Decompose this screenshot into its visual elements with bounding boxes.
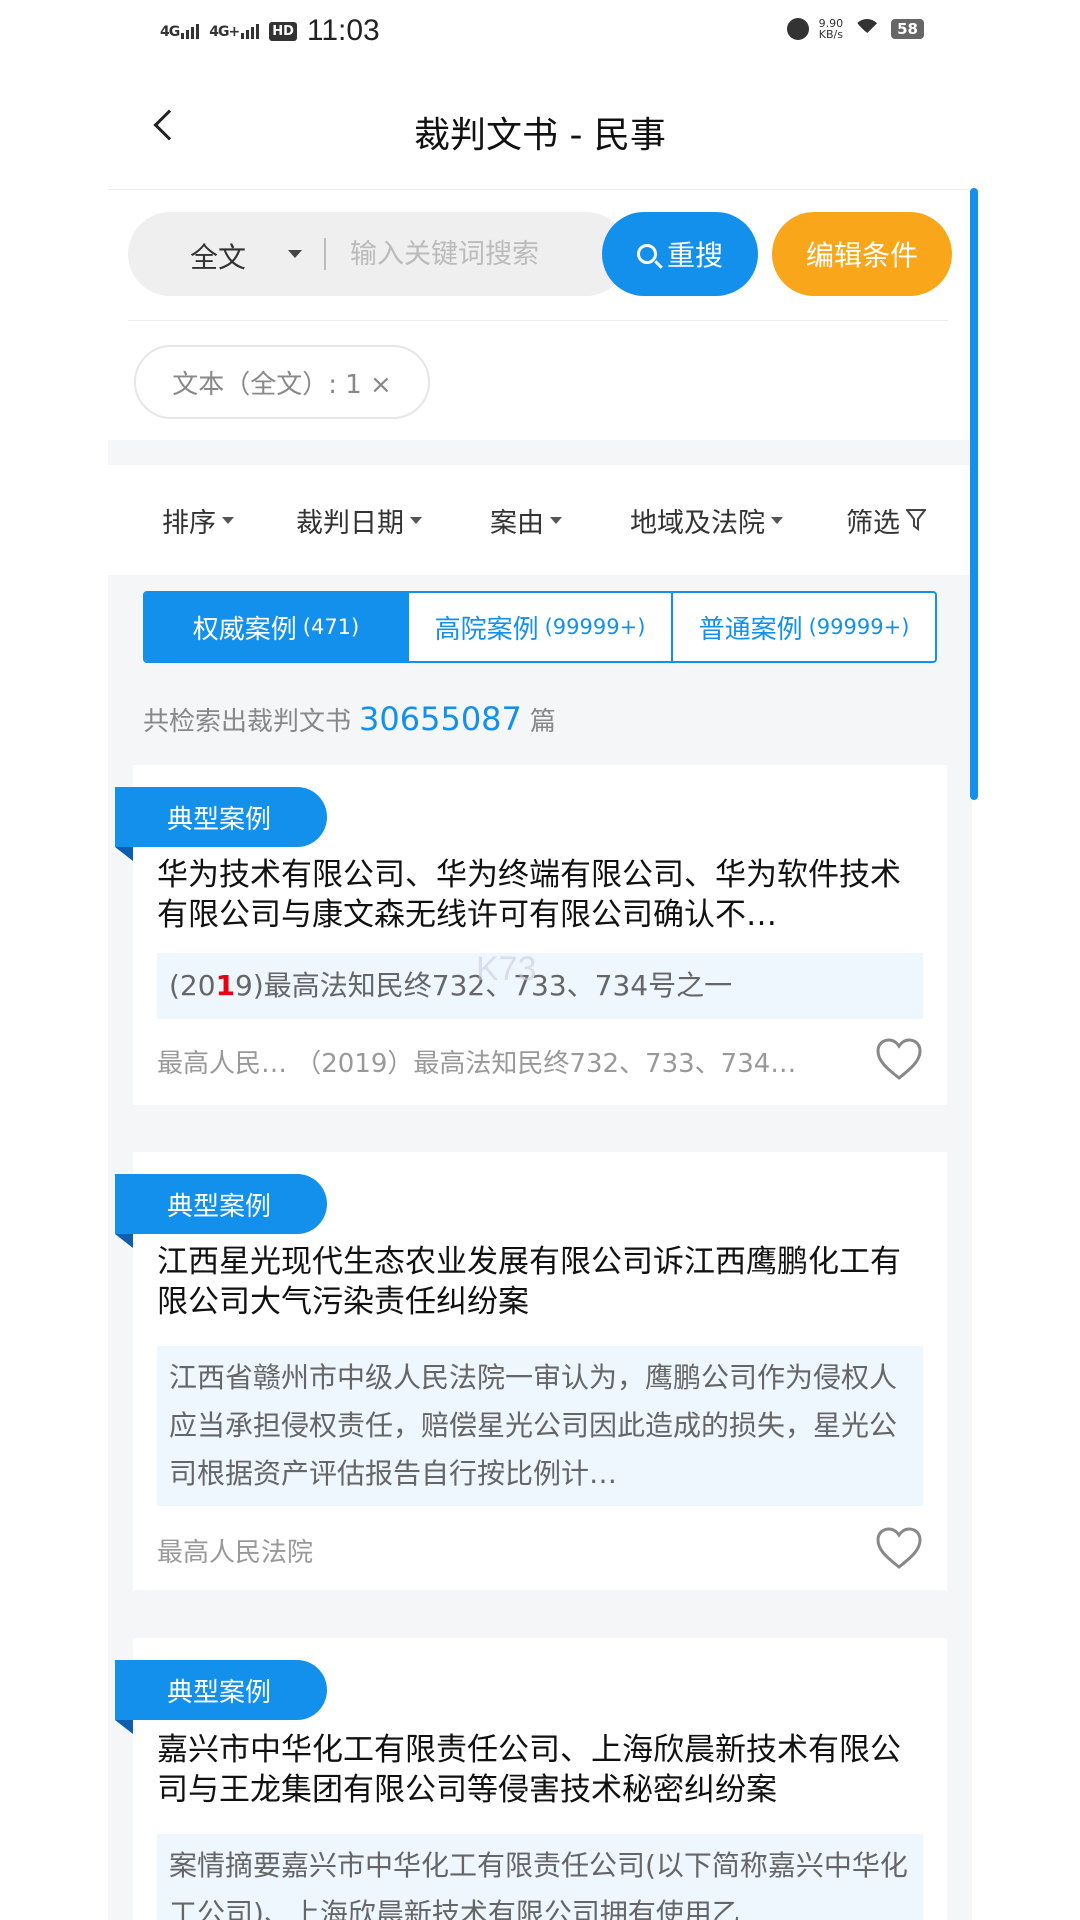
result-count-suffix: 篇	[529, 707, 556, 737]
case-card[interactable]: 典型案例 嘉兴市中华化工有限责任公司、上海欣晨新技术有限公司与王龙集团有限公司等…	[115, 1638, 947, 1920]
region-label: 地域及法院	[630, 507, 765, 539]
snippet-text: (20	[169, 969, 216, 1002]
tab-count: (99999+)	[544, 615, 646, 639]
funnel-icon	[906, 509, 926, 531]
scroll-indicator[interactable]	[970, 188, 978, 800]
search-icon	[636, 244, 657, 264]
tab-label: 权威案例	[192, 614, 297, 645]
caret-down-icon	[222, 516, 234, 524]
tab-high-court[interactable]: 高院案例 (99999+)	[409, 593, 673, 661]
case-card[interactable]: 典型案例 江西星光现代生态农业发展有限公司诉江西鹰鹏化工有限公司大气污染责任纠纷…	[115, 1152, 947, 1590]
divider	[128, 320, 948, 321]
result-count: 共检索出裁判文书 30655087 篇	[143, 700, 556, 738]
caret-down-icon	[771, 516, 783, 524]
filter-bar: 排序 裁判日期 案由 地域及法院 筛选	[108, 465, 972, 575]
status-bar: 4G 4G+ HD 11:03 9.90 KB/s 58	[108, 0, 972, 70]
case-title[interactable]: 华为技术有限公司、华为终端有限公司、华为软件技术有限公司与康文森无线许可有限公司…	[157, 855, 921, 935]
hd-voice-icon: HD	[269, 21, 297, 41]
case-snippet: 案情摘要嘉兴市中华化工有限责任公司(以下简称嘉兴中华化工公司)、上海欣晨新技术有…	[157, 1834, 923, 1920]
case-tag: 典型案例	[115, 1174, 327, 1248]
net-speed: 9.90 KB/s	[818, 17, 844, 41]
date-dropdown[interactable]: 裁判日期	[296, 501, 422, 540]
case-type-tabs: 权威案例 (471) 高院案例 (99999+) 普通案例 (99999+)	[143, 591, 937, 663]
search-scope-select[interactable]: 全文	[190, 236, 246, 276]
result-count-prefix: 共检索出裁判文书	[143, 707, 352, 737]
favorite-heart-icon[interactable]	[875, 1037, 923, 1081]
caret-down-icon[interactable]	[288, 250, 302, 258]
favorite-heart-icon[interactable]	[875, 1526, 923, 1570]
case-card[interactable]: 典型案例 华为技术有限公司、华为终端有限公司、华为软件技术有限公司与康文森无线许…	[115, 765, 947, 1105]
filter-label: 筛选	[846, 507, 900, 539]
clock: 11:03	[306, 14, 380, 47]
snippet-highlight: 1	[215, 969, 236, 1002]
search-input[interactable]	[350, 230, 580, 278]
caret-down-icon	[410, 516, 422, 524]
sort-dropdown[interactable]: 排序	[162, 501, 234, 540]
case-tag: 典型案例	[115, 1660, 327, 1734]
region-court-dropdown[interactable]: 地域及法院	[630, 501, 783, 540]
filter-chip[interactable]: 文本（全文）: 1 ×	[134, 345, 430, 419]
nav-bar: 裁判文书 - 民事	[108, 70, 972, 190]
result-count-number: 30655087	[359, 700, 522, 738]
cause-label: 案由	[490, 507, 544, 539]
battery-icon: 58	[891, 19, 924, 39]
search-button-label: 重搜	[666, 239, 723, 272]
case-title[interactable]: 江西星光现代生态农业发展有限公司诉江西鹰鹏化工有限公司大气污染责任纠纷案	[157, 1242, 921, 1322]
case-snippet: (2019)最高法知民终732、733、734号之一	[157, 953, 923, 1019]
signal-icon: 4G	[160, 23, 200, 39]
tab-count: (471)	[302, 615, 360, 639]
case-tag: 典型案例	[115, 787, 327, 861]
sort-label: 排序	[162, 507, 216, 539]
signal-icon: 4G+	[209, 23, 260, 39]
filter-button[interactable]: 筛选	[846, 501, 926, 540]
case-meta: 最高人民… （2019）最高法知民终732、733、734…	[157, 1049, 797, 1079]
tab-count: (99999+)	[808, 615, 910, 639]
search-button[interactable]: 重搜	[602, 212, 758, 296]
case-title[interactable]: 嘉兴市中华化工有限责任公司、上海欣晨新技术有限公司与王龙集团有限公司等侵害技术秘…	[157, 1730, 921, 1810]
edit-conditions-button[interactable]: 编辑条件	[772, 212, 952, 296]
caret-down-icon	[550, 516, 562, 524]
tab-ordinary[interactable]: 普通案例 (99999+)	[673, 593, 935, 661]
date-label: 裁判日期	[296, 507, 404, 539]
watermark-logo: K73	[476, 950, 537, 988]
alarm-icon	[786, 18, 809, 40]
search-box: 全文	[128, 212, 628, 296]
tab-label: 高院案例	[434, 614, 539, 645]
case-meta: 最高人民法院	[157, 1538, 314, 1568]
cause-dropdown[interactable]: 案由	[490, 501, 562, 540]
case-snippet: 江西省赣州市中级人民法院一审认为，鹰鹏公司作为侵权人应当承担侵权责任，赔偿星光公…	[157, 1346, 923, 1506]
tab-label: 普通案例	[698, 614, 803, 645]
divider	[324, 238, 326, 270]
wifi-icon	[853, 19, 882, 39]
page-title: 裁判文书 - 民事	[414, 115, 666, 156]
search-panel: 全文 重搜 编辑条件 文本（全文）: 1 ×	[108, 190, 972, 440]
tab-authoritative[interactable]: 权威案例 (471)	[145, 593, 409, 661]
